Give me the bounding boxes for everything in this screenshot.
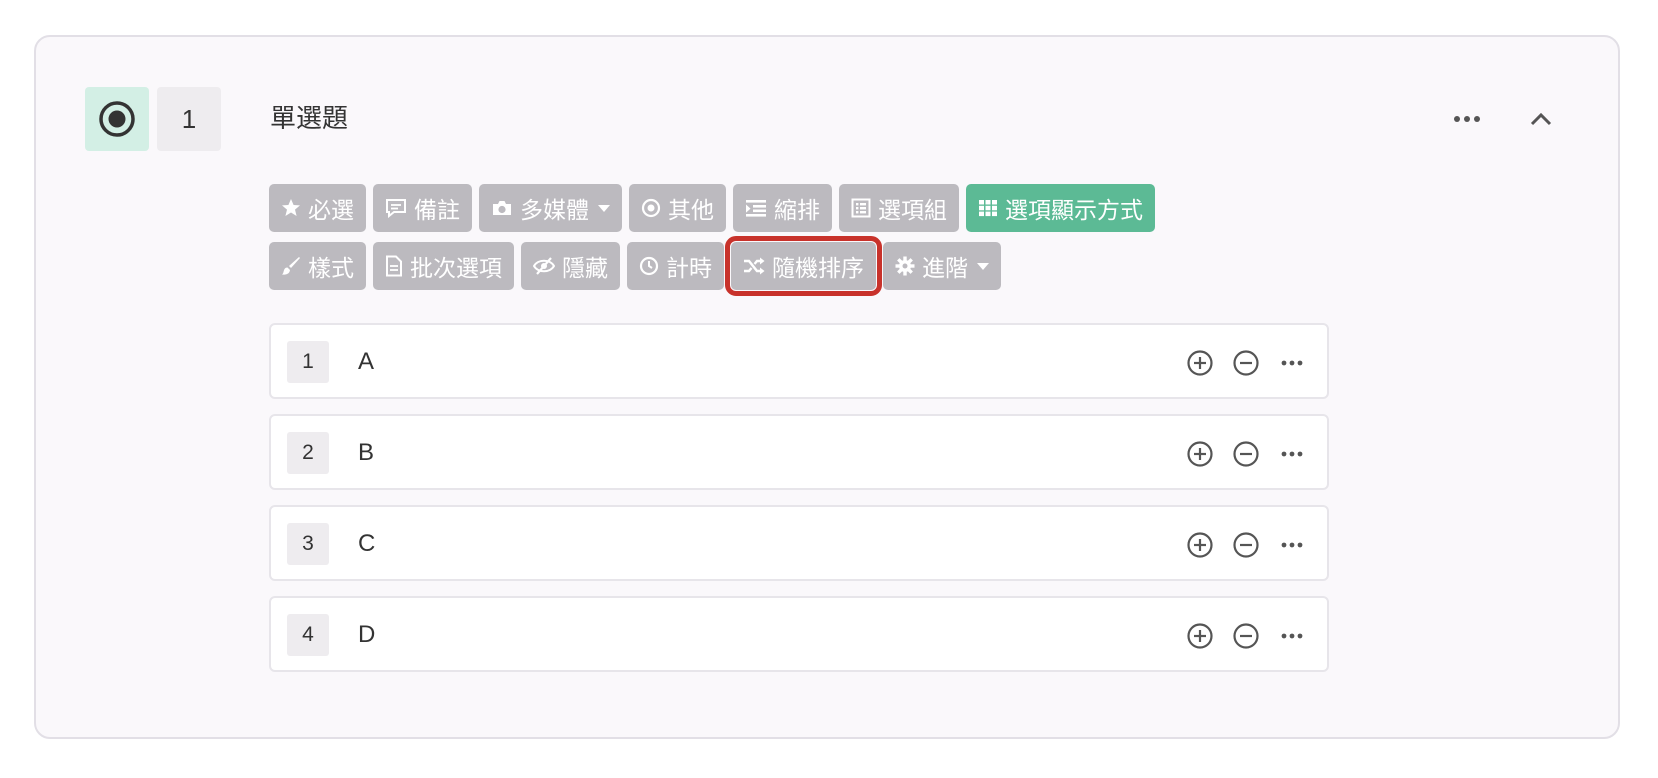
add-option-button[interactable]: [1185, 531, 1215, 559]
question-card: 1 單選題 必選 備註 多媒體 其他 縮排 選項組 選項顯示方式 樣式 批次選項…: [34, 35, 1620, 739]
question-number: 1: [157, 87, 221, 151]
indent-label: 縮排: [774, 198, 820, 224]
option-more-button[interactable]: [1277, 622, 1307, 650]
camera-icon: [493, 201, 511, 215]
more-horizontal-icon: [1281, 542, 1303, 548]
question-type-badge[interactable]: [85, 87, 149, 151]
option-number: 3: [287, 523, 329, 565]
star-icon: [282, 199, 300, 216]
style-button[interactable]: 樣式: [269, 242, 366, 290]
option-text[interactable]: B: [358, 438, 374, 468]
option-number: 1: [287, 341, 329, 383]
option-text[interactable]: A: [358, 347, 374, 377]
question-more-button[interactable]: [1446, 102, 1488, 136]
remove-option-button[interactable]: [1231, 622, 1261, 650]
list-box-icon: [851, 198, 871, 218]
remove-option-button[interactable]: [1231, 349, 1261, 377]
option-display-label: 選項顯示方式: [1005, 198, 1143, 224]
option-actions: [1185, 349, 1307, 377]
minus-circle-icon: [1233, 441, 1259, 467]
batch-options-label: 批次選項: [410, 256, 502, 282]
other-button[interactable]: 其他: [629, 184, 726, 232]
more-horizontal-icon: [1281, 633, 1303, 639]
note-button[interactable]: 備註: [373, 184, 472, 232]
indent-icon: [746, 200, 766, 217]
toolbar-row-2: 樣式 批次選項 隱藏 計時 隨機排序 進階: [269, 236, 1329, 296]
add-option-button[interactable]: [1185, 622, 1215, 650]
add-option-button[interactable]: [1185, 440, 1215, 468]
option-text[interactable]: C: [358, 529, 375, 559]
add-option-button[interactable]: [1185, 349, 1215, 377]
option-row[interactable]: 1 A: [269, 323, 1329, 399]
radio-selected-icon: [99, 101, 135, 137]
eye-slash-icon: [533, 257, 555, 275]
more-horizontal-icon: [1281, 451, 1303, 457]
hide-label: 隱藏: [562, 256, 608, 282]
timer-label: 計時: [666, 256, 712, 282]
option-more-button[interactable]: [1277, 531, 1307, 559]
chevron-up-icon: [1530, 112, 1552, 126]
batch-options-button[interactable]: 批次選項: [373, 242, 514, 290]
random-order-label: 隨機排序: [772, 256, 864, 282]
plus-circle-icon: [1187, 623, 1213, 649]
advanced-button[interactable]: 進階: [883, 242, 1001, 290]
option-actions: [1185, 440, 1307, 468]
minus-circle-icon: [1233, 623, 1259, 649]
required-label: 必選: [308, 198, 354, 224]
other-label: 其他: [668, 198, 714, 224]
document-icon: [386, 255, 402, 277]
option-text[interactable]: D: [358, 620, 375, 650]
hide-button[interactable]: 隱藏: [521, 242, 620, 290]
question-title[interactable]: 單選題: [270, 101, 348, 137]
option-display-button[interactable]: 選項顯示方式: [966, 184, 1155, 232]
option-number: 4: [287, 614, 329, 656]
remove-option-button[interactable]: [1231, 440, 1261, 468]
remove-option-button[interactable]: [1231, 531, 1261, 559]
option-actions: [1185, 622, 1307, 650]
clock-icon: [639, 256, 659, 276]
plus-circle-icon: [1187, 532, 1213, 558]
gear-icon: [895, 256, 915, 276]
option-more-button[interactable]: [1277, 349, 1307, 377]
timer-button[interactable]: 計時: [627, 242, 724, 290]
media-button[interactable]: 多媒體: [479, 184, 622, 232]
advanced-label: 進階: [922, 256, 968, 282]
caret-down-icon: [598, 204, 610, 212]
radio-dot-icon: [641, 198, 661, 218]
option-row[interactable]: 3 C: [269, 505, 1329, 581]
option-group-button[interactable]: 選項組: [839, 184, 959, 232]
note-label: 備註: [414, 198, 460, 224]
option-more-button[interactable]: [1277, 440, 1307, 468]
minus-circle-icon: [1233, 532, 1259, 558]
plus-circle-icon: [1187, 441, 1213, 467]
minus-circle-icon: [1233, 350, 1259, 376]
style-label: 樣式: [308, 256, 354, 282]
option-group-label: 選項組: [878, 198, 947, 224]
required-button[interactable]: 必選: [269, 184, 366, 232]
brush-icon: [282, 257, 300, 275]
shuffle-icon: [744, 257, 765, 275]
more-horizontal-icon: [1281, 360, 1303, 366]
option-row[interactable]: 2 B: [269, 414, 1329, 490]
options-list: 1 A 2 B 3 C 4 D: [269, 323, 1329, 687]
random-order-button[interactable]: 隨機排序: [725, 236, 882, 296]
option-row[interactable]: 4 D: [269, 596, 1329, 672]
toolbar-row-1: 必選 備註 多媒體 其他 縮排 選項組 選項顯示方式: [269, 183, 1329, 233]
media-label: 多媒體: [520, 198, 589, 224]
option-actions: [1185, 531, 1307, 559]
indent-button[interactable]: 縮排: [733, 184, 832, 232]
plus-circle-icon: [1187, 350, 1213, 376]
option-number: 2: [287, 432, 329, 474]
caret-down-icon: [977, 262, 989, 270]
more-horizontal-icon: [1454, 116, 1480, 122]
comment-icon: [386, 199, 406, 218]
grid-icon: [979, 200, 997, 217]
collapse-button[interactable]: [1520, 102, 1562, 136]
question-toolbar: 必選 備註 多媒體 其他 縮排 選項組 選項顯示方式 樣式 批次選項 隱藏 計時…: [269, 183, 1329, 299]
